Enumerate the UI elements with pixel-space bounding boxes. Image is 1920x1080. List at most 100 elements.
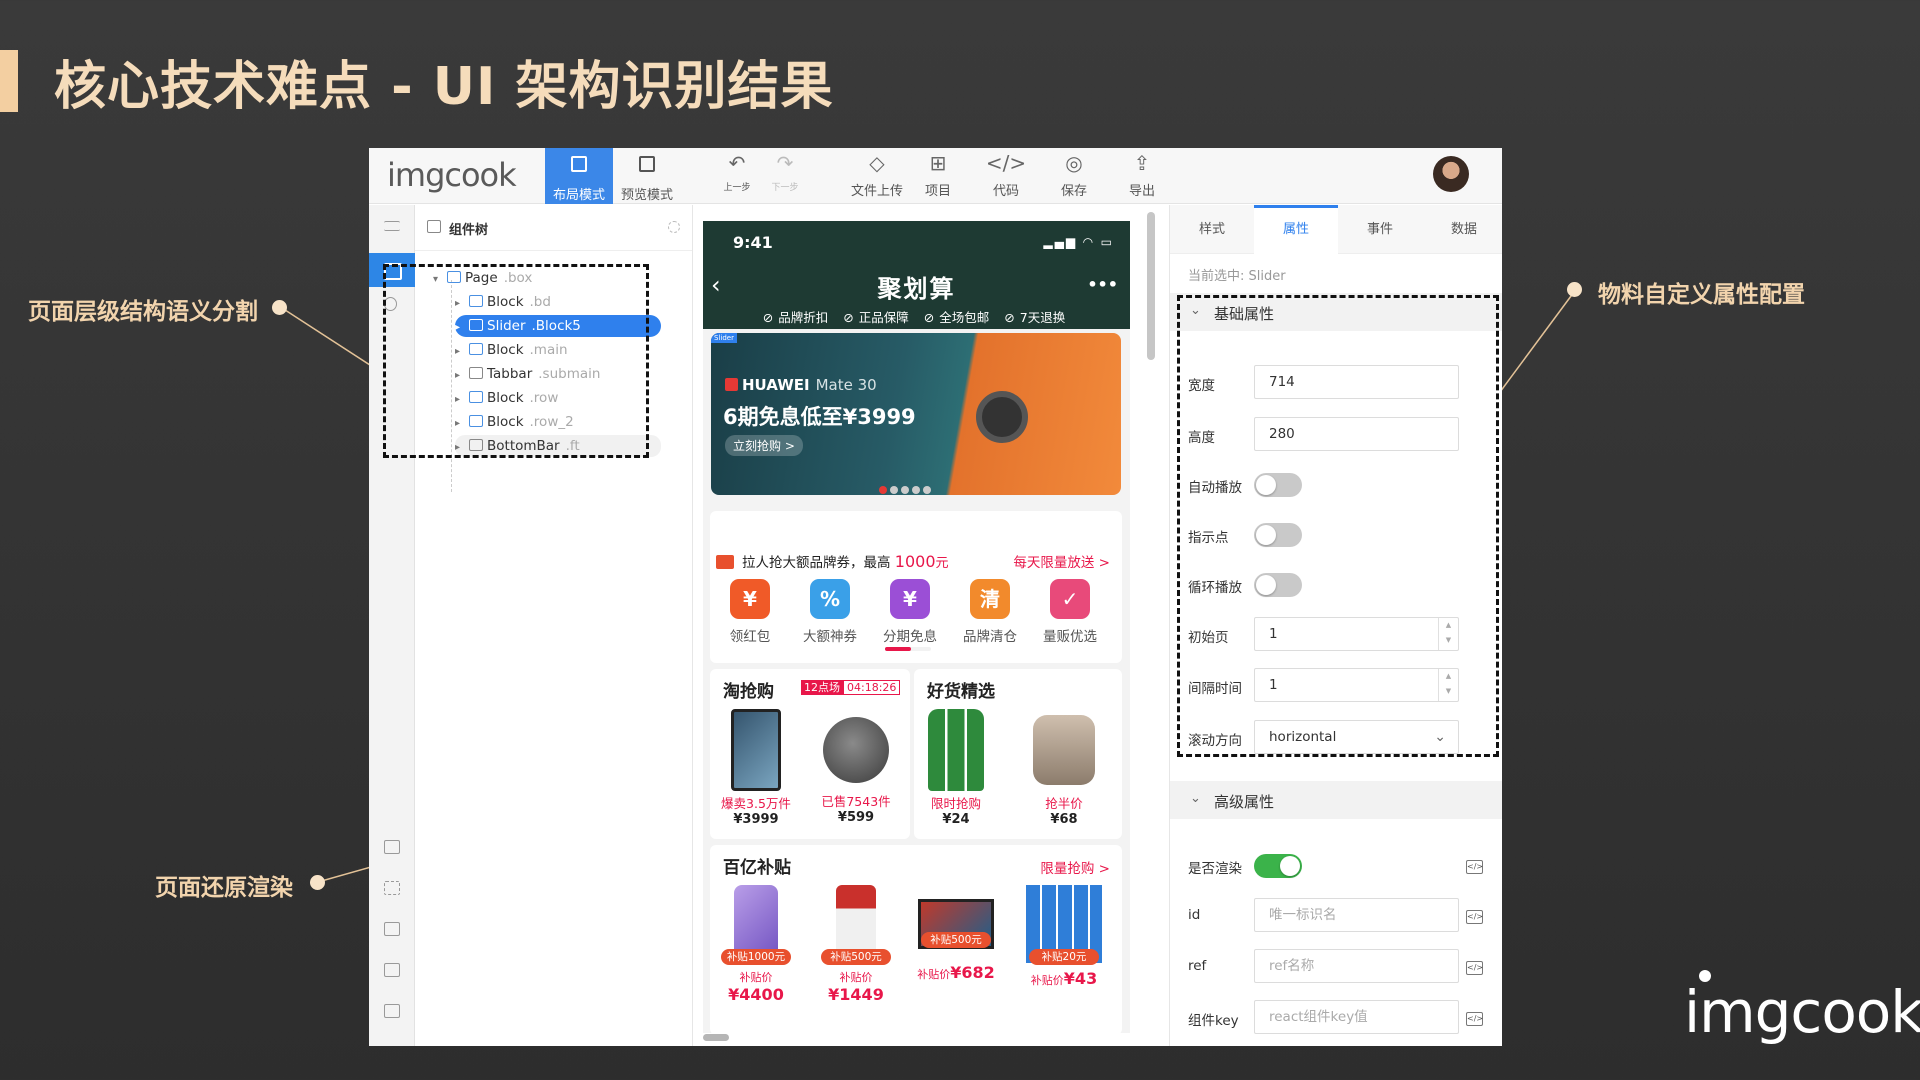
document-icon[interactable] (384, 1004, 400, 1018)
annotation-dot (272, 300, 287, 315)
render-toggle[interactable] (1254, 854, 1302, 878)
chevron-down-icon: ⌄ (1190, 791, 1201, 806)
category-clearance[interactable]: 清品牌清仓 (955, 575, 1025, 645)
bottles-image (928, 709, 984, 791)
ref-input[interactable]: ref名称 (1254, 949, 1459, 983)
image-icon[interactable] (384, 922, 400, 936)
tab-properties[interactable]: 属性 (1254, 205, 1338, 254)
annotation-property-config: 物料自定义属性配置 (1598, 282, 1805, 308)
code-icon: </> (985, 151, 1027, 175)
phone-image: 补贴1000元 (721, 885, 791, 965)
huawei-logo-icon (725, 378, 738, 391)
id-input[interactable]: 唯一标识名 (1254, 898, 1459, 932)
check-circle-icon: ◎ (1065, 151, 1083, 175)
category-coupon[interactable]: % 大额神券 (795, 575, 865, 645)
title-accent-bar (0, 50, 18, 112)
coupon-percent-icon: % (810, 579, 850, 619)
tree-segmentation-highlight (383, 264, 649, 458)
code-panel-icon[interactable] (384, 840, 400, 854)
ref-label: ref (1188, 958, 1207, 974)
banner-headline: 6期免息低至¥3999 (723, 405, 916, 429)
subsidy-more-link[interactable]: 限量抢购 > (1040, 857, 1110, 877)
flash-sale-title: 淘抢购 (723, 682, 774, 702)
category-red-packet[interactable]: ¥ 领红包 (715, 575, 785, 645)
key-input[interactable]: react组件key值 (1254, 1000, 1459, 1034)
red-packet-icon: ¥ (730, 579, 770, 619)
settings-icon[interactable] (384, 963, 400, 977)
save-button[interactable]: ◎ 保存 (1044, 148, 1104, 204)
phone-preview: 9:41 ▂▄▆ ◠ ▭ ‹ 聚划算 ••• ⊘ 品牌折扣 ⊘ 正品保障 ⊘ 全场包邮 ⊘ 7天… (703, 221, 1130, 1033)
bulk-check-icon: ✓ (1050, 579, 1090, 619)
export-button[interactable]: ⇪ 导出 (1112, 148, 1172, 204)
advanced-props-group[interactable]: ⌄ 高级属性 (1170, 781, 1502, 819)
flash-sale-timer: 12点场 04:18:26 (801, 679, 901, 695)
category-bulk[interactable]: ✓ 量贩优选 (1035, 575, 1105, 645)
annotation-page-render: 页面还原渲染 (155, 875, 293, 901)
annotation-tree-segmentation: 页面层级结构语义分割 (28, 299, 258, 325)
coupon-more-link[interactable]: 每天限量放送 > (1013, 551, 1110, 571)
collapse-icon[interactable] (384, 221, 400, 231)
subsidy-tissue[interactable]: 补贴20元 补贴价¥43 (1025, 885, 1103, 988)
phone-camera-image (976, 391, 1028, 443)
installment-icon: ¥ (890, 579, 930, 619)
product-water[interactable]: 限时抢购 ¥24 (917, 709, 995, 827)
property-config-highlight (1177, 295, 1499, 757)
product-robot-vacuum[interactable]: 已售7543件 ¥599 (817, 709, 895, 825)
coupon-text: 拉人抢大额品牌券，最高 1000元 (716, 551, 949, 571)
tv-image: 补贴500元 (918, 899, 994, 949)
clearance-icon: 清 (970, 579, 1010, 619)
code-button[interactable]: </> 代码 (976, 148, 1036, 204)
key-label: 组件key (1188, 1013, 1239, 1029)
status-bar: 9:41 ▂▄▆ ◠ ▭ (703, 221, 1130, 259)
file-upload-button[interactable]: ◇ 文件上传 (842, 148, 912, 204)
slider-banner[interactable]: Slider HUAWEI Mate 30 6期免息低至¥3999 立刻抢购 > (711, 333, 1121, 495)
banner-brand: HUAWEI Mate 30 (725, 376, 877, 394)
tab-style[interactable]: 样式 (1170, 205, 1254, 254)
slider-dots (879, 479, 934, 495)
vacuum-image (823, 717, 889, 783)
code-binding-icon[interactable]: </> (1466, 961, 1483, 975)
tab-data[interactable]: 数据 (1422, 205, 1502, 254)
tab-events[interactable]: 事件 (1338, 205, 1422, 254)
nav-title: 聚划算 (877, 275, 956, 303)
nav-header: ‹ 聚划算 ••• ⊘ 品牌折扣 ⊘ 正品保障 ⊘ 全场包邮 ⊘ 7天退换 (703, 259, 1130, 329)
code-binding-icon[interactable]: </> (1466, 910, 1483, 924)
code-binding-icon[interactable]: </> (1466, 1012, 1483, 1026)
subsidy-iphone[interactable]: 补贴1000元 补贴价¥4400 (717, 885, 795, 1004)
annotation-dot (310, 875, 325, 890)
tablet-image (731, 709, 781, 791)
service-tags: ⊘ 品牌折扣 ⊘ 正品保障 ⊘ 全场包邮 ⊘ 7天退换 (762, 310, 1066, 325)
annotation-dot (1567, 282, 1582, 297)
subsidy-liquor[interactable]: 补贴500元 补贴价¥1449 (817, 885, 895, 1004)
category-scroll-indicator (885, 647, 931, 651)
current-selection: 当前选中: Slider (1188, 269, 1286, 284)
canvas-scrollbar-vertical[interactable] (1147, 212, 1155, 360)
subsidy-tv[interactable]: 补贴500元 补贴价¥682 (917, 885, 995, 982)
project-button[interactable]: ⊞ 项目 (908, 148, 968, 204)
good-picks-title: 好货精选 (927, 682, 995, 702)
bread-maker-image (1033, 715, 1095, 785)
pin-icon[interactable] (668, 221, 680, 233)
user-avatar[interactable] (1433, 156, 1469, 192)
product-ipad[interactable]: 爆卖3.5万件 ¥3999 (717, 709, 795, 827)
preview-mode-button[interactable]: 预览模式 (613, 148, 681, 204)
slider-badge: Slider (711, 333, 737, 343)
category-installment[interactable]: ¥ 分期免息 (875, 575, 945, 645)
redo-icon: ↷ (776, 151, 794, 175)
canvas-scrollbar-horizontal[interactable] (703, 1034, 729, 1041)
preview-icon (639, 156, 655, 172)
product-bread-maker[interactable]: 抢半价 ¥68 (1025, 709, 1103, 827)
imgcook-app: imgcook 布局模式 预览模式 ↶ 上一步 ↷ 下一步 ◇ 文件上传 ⊞ 项目 </… (369, 148, 1502, 1046)
property-tabs: 样式 属性 事件 数据 (1170, 205, 1502, 254)
id-label: id (1188, 907, 1201, 923)
code-binding-icon[interactable]: </> (1466, 860, 1483, 874)
coupon-icon (716, 555, 734, 569)
tools-icon[interactable] (384, 881, 400, 895)
app-logo: imgcook (387, 156, 517, 194)
banner-buy-button[interactable]: 立刻抢购 > (725, 435, 803, 456)
redo-button[interactable]: ↷ 下一步 (755, 148, 815, 204)
more-icon[interactable]: ••• (1087, 275, 1118, 294)
subsidy-title: 百亿补贴 (723, 858, 791, 878)
tissue-image: 补贴20元 (1026, 885, 1102, 965)
layout-mode-button[interactable]: 布局模式 (545, 148, 613, 204)
